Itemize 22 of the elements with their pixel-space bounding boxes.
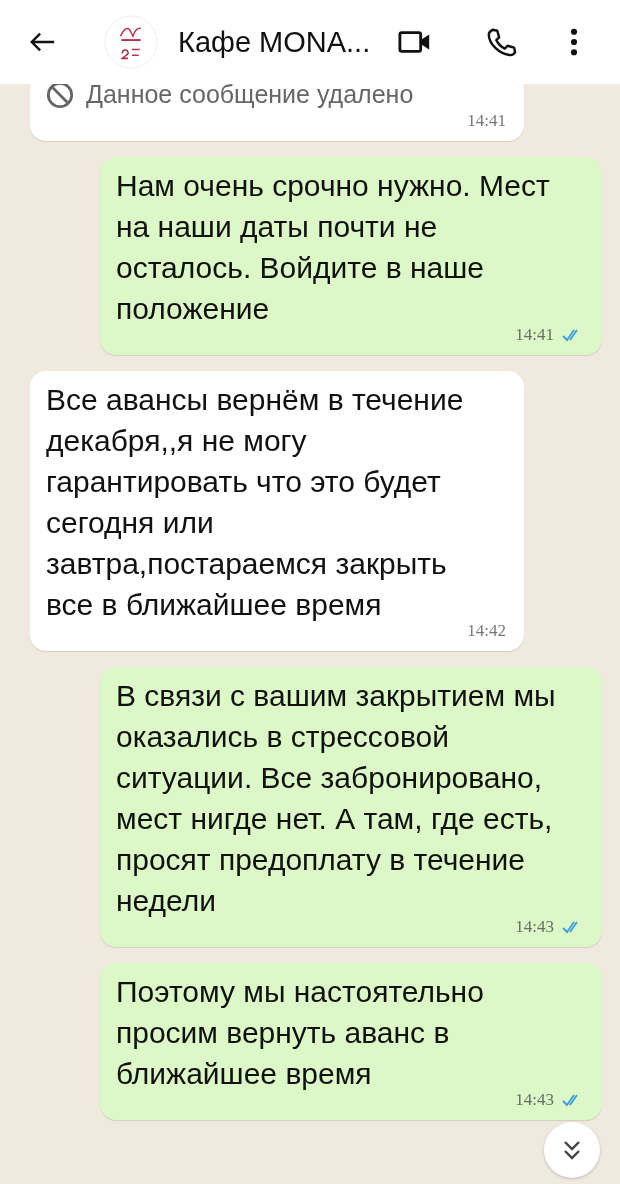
message-time: 14:43 — [515, 1090, 554, 1110]
chat-title[interactable]: Кафе MONA... — [178, 25, 371, 59]
message-time: 14:43 — [515, 917, 554, 937]
message-bubble[interactable]: Поэтому мы настоятельно просим вернуть аванс в ближайшее время 14:43 — [100, 963, 602, 1120]
message-text: Все авансы вернём в течение декабря,,я не могу гарантировать что это будет сегодня или завтра,постараемся закрыть все в ближайшее время — [46, 383, 464, 621]
back-arrow-icon[interactable] — [28, 30, 56, 54]
more-options-icon[interactable] — [570, 28, 579, 56]
scroll-down-button[interactable] — [544, 1122, 600, 1178]
deleted-notice: Данное сообщение удалено — [86, 84, 414, 108]
message-text: В связи с вашим закрытием мы оказались в стрессовой ситуации. Все забронировано, мест нигде нет. А там, где есть, просят предоплату в течение недели — [116, 679, 556, 917]
message-bubble[interactable]: В связи с вашим закрытием мы оказались в стрессовой ситуации. Все забронировано, мест нигде нет. А там, где есть, просят предоплату в течение недели 14:43 — [100, 667, 602, 947]
message-time: 14:42 — [467, 621, 506, 641]
message-time: 14:41 — [515, 325, 554, 345]
message-bubble[interactable]: Данное сообщение удалено 14:41 — [30, 84, 524, 141]
message-text: Поэтому мы настоятельно просим вернуть аванс в ближайшее время — [116, 975, 484, 1090]
message-text: Нам очень срочно нужно. Мест на наши даты почти не осталось. Войдите в наше положение — [116, 169, 550, 325]
message-bubble[interactable]: Все авансы вернём в течение декабря,,я не могу гарантировать что это будет сегодня или завтра,постараемся закрыть все в ближайшее время 14:42 — [30, 371, 524, 651]
avatar-icon[interactable] — [104, 15, 158, 69]
message-time: 14:41 — [467, 111, 506, 131]
message-bubble[interactable]: Нам очень срочно нужно. Мест на наши даты почти не осталось. Войдите в наше положение 14:41 — [100, 157, 602, 355]
deleted-icon — [46, 84, 74, 109]
double-chevron-down-icon — [562, 1139, 582, 1161]
